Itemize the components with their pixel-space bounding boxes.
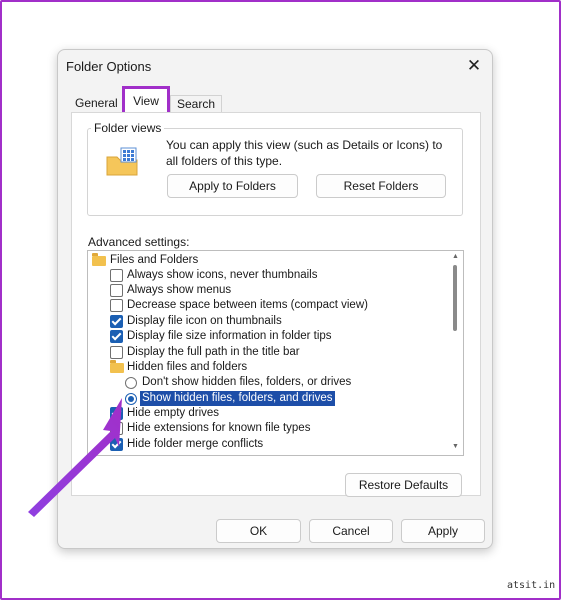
advanced-settings-label: Advanced settings: [88,235,190,249]
folder-views-description: You can apply this view (such as Details… [166,138,443,168]
watermark: atsit.in [507,580,556,591]
folder-icon [92,253,106,266]
folder-icon [110,360,124,373]
setting-label: Always show menus [127,284,232,296]
dialog-title: Folder Options [66,59,152,74]
checkbox-checked[interactable] [110,438,123,451]
radio-button-selected[interactable] [125,393,137,405]
cancel-button[interactable]: Cancel [309,519,393,543]
restore-defaults-button[interactable]: Restore Defaults [345,473,462,497]
advanced-settings-tree[interactable]: Files and Folders Always show icons, nev… [87,250,464,456]
scroll-down-icon[interactable]: ▼ [452,443,459,450]
setting-label: Decrease space between items (compact vi… [127,299,368,311]
scrollbar-thumb[interactable] [453,265,457,331]
folder-views-legend: Folder views [91,121,165,135]
apply-to-folders-button[interactable]: Apply to Folders [167,174,298,198]
setting-label: Hide extensions for known file types [127,422,311,434]
checkbox[interactable] [110,346,123,359]
setting-label: Display the full path in the title bar [127,346,300,358]
close-icon[interactable]: ✕ [462,54,486,78]
option-label: Don't show hidden files, folders, or dri… [142,376,352,388]
checkbox-checked[interactable] [110,315,123,328]
radio-button[interactable] [125,377,137,389]
checkbox[interactable] [110,299,123,312]
folder-options-dialog: Folder Options ✕ General View Search Fol… [57,49,493,549]
setting-label: Hide folder merge conflicts [127,438,264,450]
setting-label: Always show icons, never thumbnails [127,269,318,281]
checkbox[interactable] [110,284,123,297]
setting-label: Display file size information in folder … [127,330,332,342]
option-label-selected: Show hidden files, folders, and drives [140,391,335,406]
tab-search[interactable]: Search [170,95,223,113]
checkbox[interactable] [110,422,123,435]
tree-group-label: Hidden files and folders [127,361,248,373]
apply-button[interactable]: Apply [401,519,485,543]
ok-button[interactable]: OK [216,519,301,543]
setting-label: Hide empty drives [127,407,220,419]
reset-folders-button[interactable]: Reset Folders [316,174,446,198]
checkbox-checked[interactable] [110,407,123,420]
folder-view-icon [106,147,138,176]
setting-label: Display file icon on thumbnails [127,315,282,327]
tab-general[interactable]: General [75,95,118,111]
tree-group-label: Files and Folders [110,254,199,266]
scroll-up-icon[interactable]: ▲ [452,253,459,260]
checkbox[interactable] [110,269,123,282]
checkbox-checked[interactable] [110,330,123,343]
